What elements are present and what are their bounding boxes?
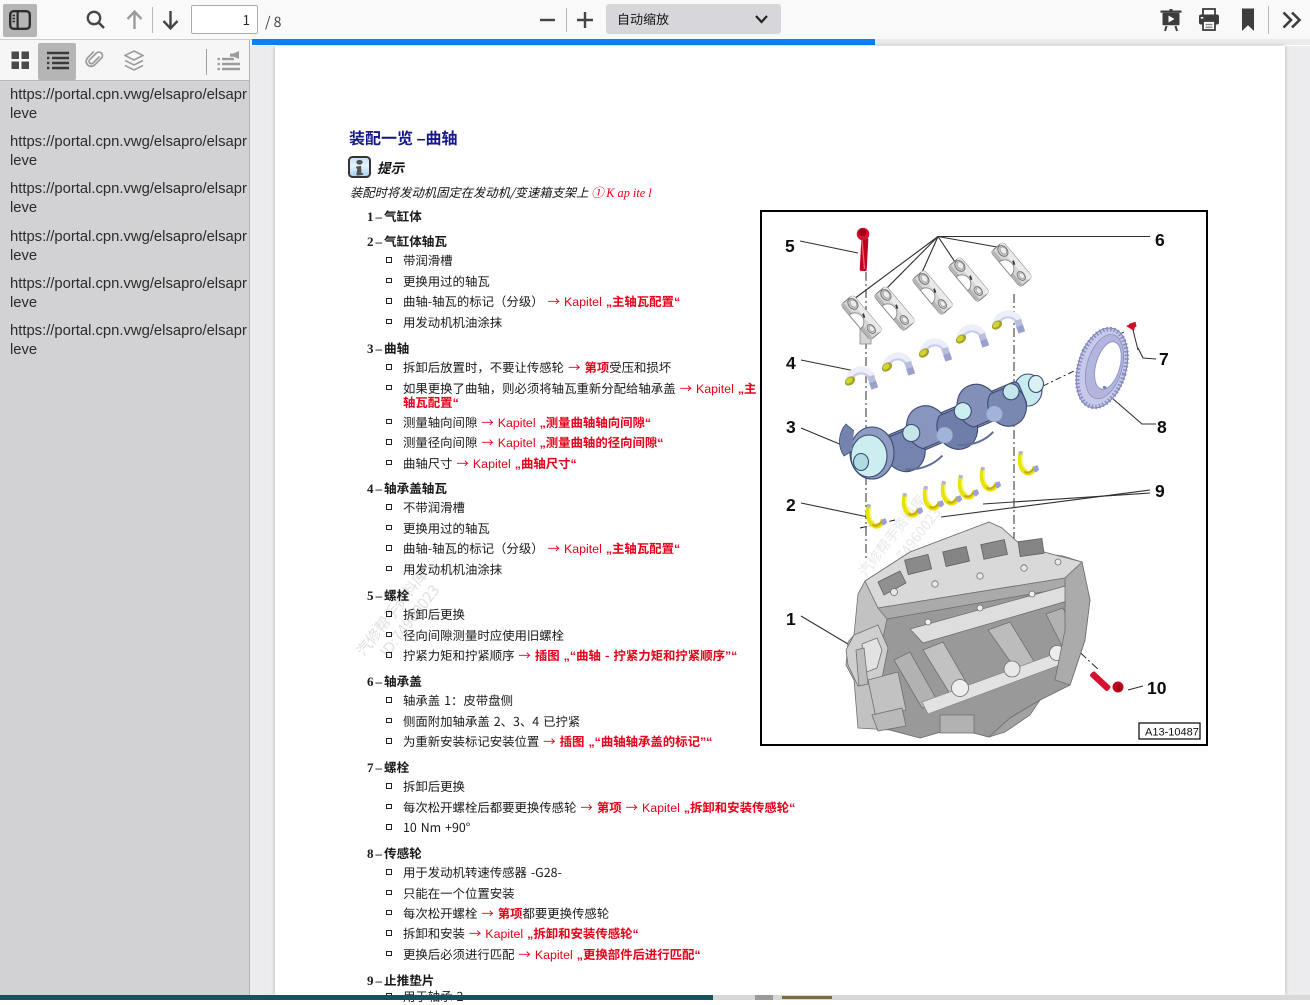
svg-text:4: 4 <box>786 353 796 373</box>
svg-text:9: 9 <box>1155 481 1165 501</box>
svg-text:6: 6 <box>1155 230 1165 250</box>
svg-text:3: 3 <box>786 417 796 437</box>
svg-text:1: 1 <box>786 609 796 629</box>
svg-text:A13-10487: A13-10487 <box>1145 727 1199 739</box>
svg-text:5: 5 <box>785 236 795 256</box>
svg-text:7: 7 <box>1159 349 1169 369</box>
svg-text:8: 8 <box>1157 417 1167 437</box>
svg-text:2: 2 <box>786 495 796 515</box>
svg-text:10: 10 <box>1147 678 1167 698</box>
